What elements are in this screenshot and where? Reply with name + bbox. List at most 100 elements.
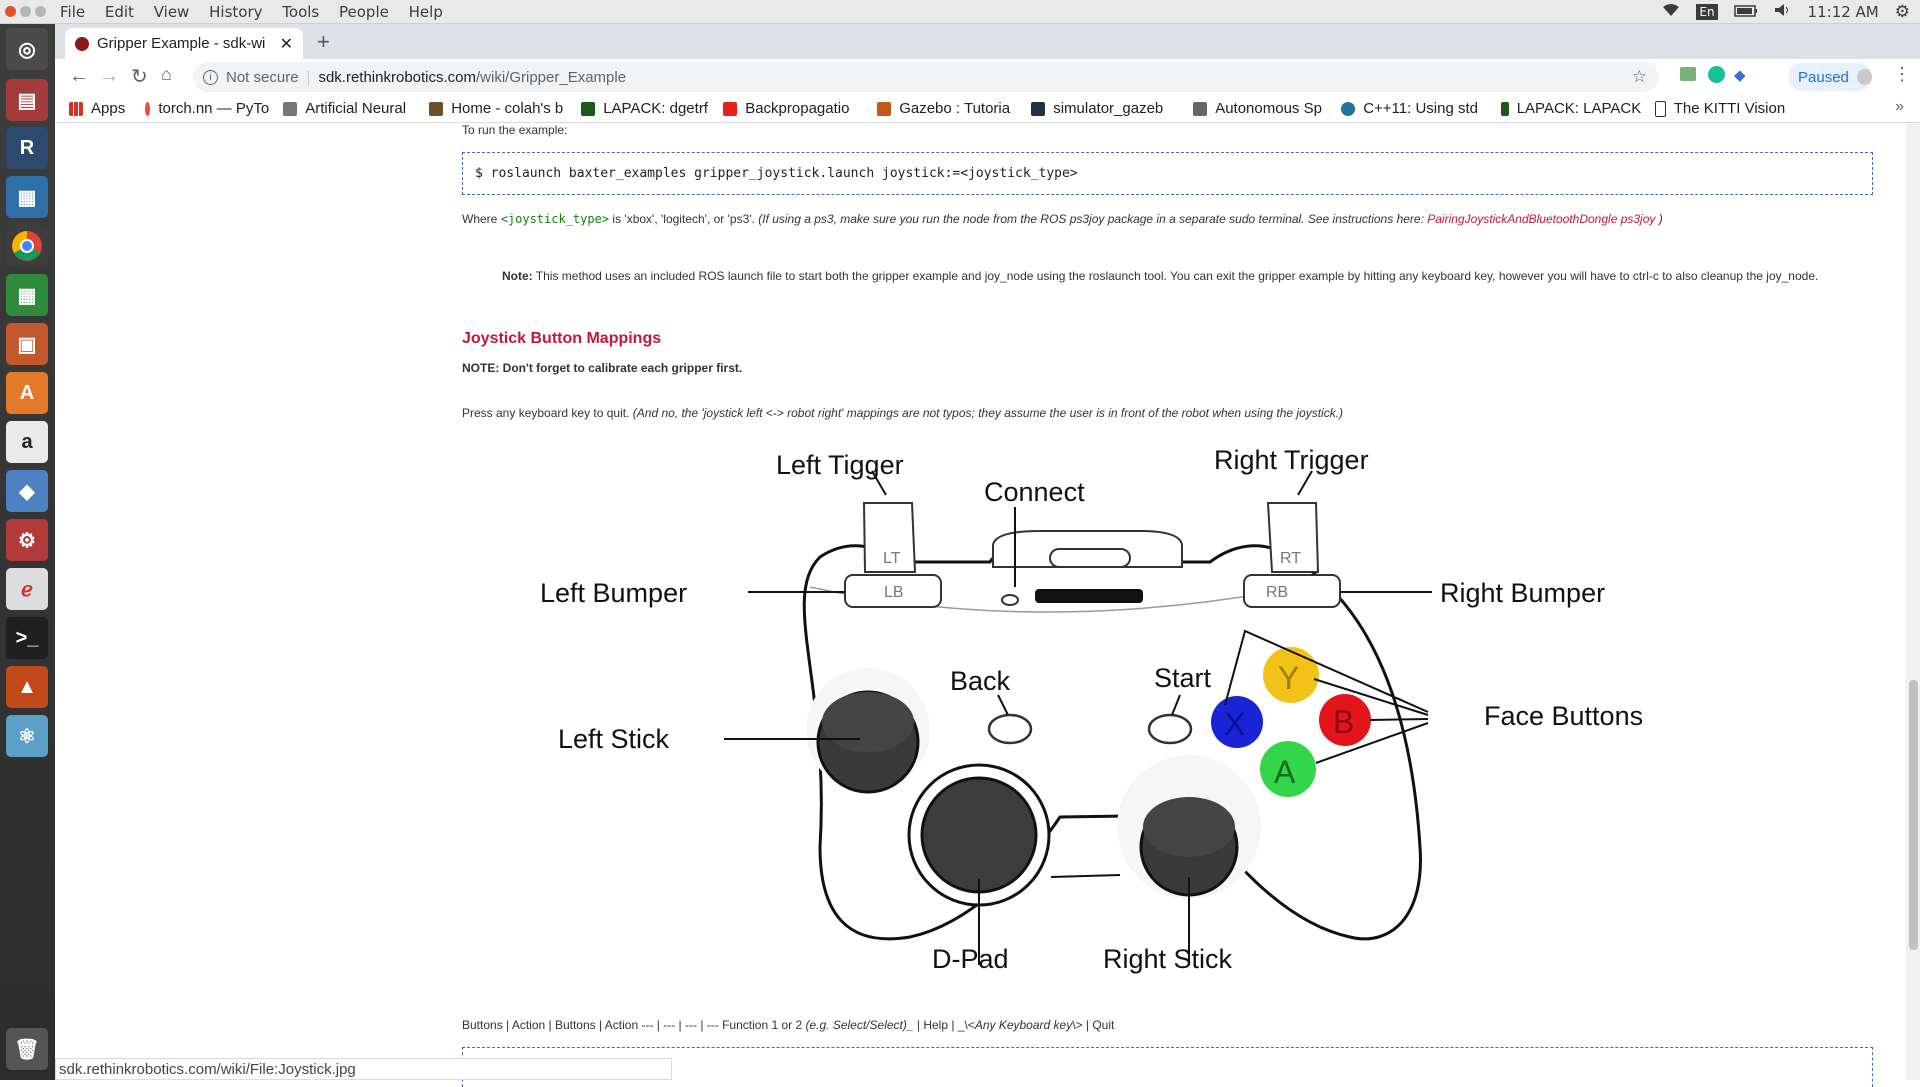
- calc-icon[interactable]: ▦: [6, 274, 48, 316]
- menu-edit[interactable]: Edit: [105, 3, 134, 21]
- menu-file[interactable]: File: [60, 3, 85, 21]
- evince-icon[interactable]: ℯ: [6, 568, 48, 610]
- writer-icon[interactable]: ▦: [6, 176, 48, 218]
- bookmark-item[interactable]: LAPACK: dgetrf: [581, 100, 709, 117]
- back-icon[interactable]: ←: [69, 65, 89, 88]
- volume-icon[interactable]: [1774, 3, 1792, 21]
- ir-window: [1035, 589, 1143, 603]
- connect-label: Connect: [984, 477, 1085, 507]
- bookmark-item[interactable]: Gazebo : Tutoria: [877, 100, 1017, 117]
- note-text: This method uses an included ROS launch …: [532, 269, 1819, 283]
- menu-history[interactable]: History: [209, 3, 262, 21]
- atom-icon[interactable]: ⚛: [6, 715, 48, 757]
- mapping-table-text: Buttons | Action | Buttons | Action --- …: [462, 1016, 1882, 1035]
- extension-download-icon[interactable]: [1680, 67, 1696, 81]
- favicon-icon: [1193, 101, 1208, 116]
- sync-led: [1001, 594, 1019, 606]
- info-icon[interactable]: i: [203, 69, 218, 85]
- system-top-panel: File Edit View History Tools People Help…: [0, 0, 1920, 24]
- bookmark-item[interactable]: simulator_gazeb: [1031, 100, 1179, 117]
- bookmark-item[interactable]: C++11: Using std: [1341, 100, 1487, 117]
- trash-icon[interactable]: 🗑: [6, 1028, 48, 1070]
- forward-icon[interactable]: →: [99, 65, 119, 88]
- more-bookmarks-button[interactable]: »: [1895, 98, 1904, 116]
- chrome-menu-icon[interactable]: ⋮: [1893, 64, 1911, 85]
- rb-label: RB: [1266, 584, 1288, 601]
- b-label: B: [1333, 704, 1354, 740]
- files-icon[interactable]: ▤: [6, 79, 48, 121]
- close-window-icon[interactable]: [5, 6, 16, 17]
- bookmark-list: Apps torch.nn — PyTo Artificial Neural H…: [69, 100, 1799, 117]
- menu-help[interactable]: Help: [409, 3, 443, 21]
- left-stick-top: [822, 692, 914, 752]
- bookmark-item[interactable]: Artificial Neural: [283, 100, 415, 117]
- new-tab-button[interactable]: +: [317, 29, 330, 55]
- start-label: Start: [1154, 663, 1212, 693]
- profile-button[interactable]: Paused: [1788, 63, 1872, 91]
- window-controls: [5, 6, 46, 17]
- extension-cap-icon[interactable]: ◆: [1734, 66, 1746, 84]
- chrome-icon[interactable]: [6, 225, 48, 267]
- amazon-icon[interactable]: a: [6, 421, 48, 463]
- dash-home-icon[interactable]: ◎: [6, 28, 48, 70]
- impress-icon[interactable]: ▣: [6, 323, 48, 365]
- settings-gear-icon[interactable]: ⚙: [1895, 2, 1910, 22]
- system-settings-icon[interactable]: ⚙: [6, 519, 48, 561]
- tab-gripper-example[interactable]: Gripper Example - sdk-wi ✕: [65, 28, 303, 59]
- favicon-icon: [283, 101, 298, 116]
- tab-title: Gripper Example - sdk-wi: [97, 35, 266, 52]
- bookmark-apps[interactable]: Apps: [69, 100, 125, 117]
- favicon-icon: [429, 101, 444, 116]
- back-label: Back: [950, 666, 1011, 696]
- where-paragraph: Where <joystick_type> is 'xbox', 'logite…: [462, 210, 1882, 229]
- ps3joy-link[interactable]: PairingJoystickAndBluetoothDongle ps3joy: [1427, 212, 1655, 226]
- url-path: /wiki/Gripper_Example: [476, 68, 627, 86]
- wordpress-icon: [1341, 101, 1356, 116]
- page-scrollbar[interactable]: [1906, 123, 1920, 1080]
- menu-view[interactable]: View: [154, 3, 190, 21]
- menu-people[interactable]: People: [339, 3, 389, 21]
- a-label: A: [1274, 754, 1296, 790]
- virtualbox-icon[interactable]: ◆: [6, 470, 48, 512]
- bookmark-star-icon[interactable]: ☆: [1632, 67, 1647, 87]
- bookmark-item[interactable]: Autonomous Sp: [1193, 100, 1327, 117]
- scrollbar-thumb[interactable]: [1909, 680, 1918, 950]
- address-bar[interactable]: i Not secure | sdk.rethinkrobotics.com /…: [193, 62, 1659, 92]
- grammarly-icon[interactable]: [1708, 66, 1725, 83]
- keyboard-layout-indicator[interactable]: En: [1696, 3, 1718, 20]
- where-note: (If using a ps3, make sure you run the n…: [758, 212, 1428, 226]
- reload-icon[interactable]: ↻: [131, 64, 148, 89]
- right-trigger-label: Right Trigger: [1214, 447, 1369, 475]
- youtube-icon: [723, 101, 738, 116]
- bookmark-item[interactable]: Home - colah's b: [429, 100, 567, 117]
- battery-icon[interactable]: [1733, 3, 1758, 21]
- left-stick-label: Left Stick: [558, 724, 670, 754]
- software-center-icon[interactable]: A: [6, 372, 48, 414]
- matlab-icon[interactable]: ▲: [6, 666, 48, 708]
- bookmark-item[interactable]: Backpropagatio: [723, 100, 863, 117]
- wifi-icon[interactable]: [1662, 3, 1680, 21]
- close-tab-icon[interactable]: ✕: [280, 34, 293, 54]
- start-button: [1147, 713, 1193, 745]
- where-prefix: Where: [462, 212, 501, 226]
- bookmark-item[interactable]: torch.nn — PyTo: [145, 100, 269, 117]
- quit-note: (And no, the 'joystick left <-> robot ri…: [632, 406, 1344, 420]
- command-text: $ roslaunch baxter_examples gripper_joys…: [475, 166, 1078, 181]
- home-icon[interactable]: ⌂: [161, 64, 172, 85]
- menu-tools[interactable]: Tools: [282, 3, 319, 21]
- site-favicon-icon: [75, 36, 89, 51]
- terminal-icon[interactable]: >_: [6, 617, 48, 659]
- bookmark-item[interactable]: LAPACK: LAPACK: [1501, 100, 1641, 117]
- clock[interactable]: 11:12 AM: [1808, 3, 1879, 21]
- calibrate-note: NOTE: Don't forget to calibrate each gri…: [462, 361, 743, 375]
- maximize-window-icon[interactable]: [35, 6, 46, 17]
- rstudio-icon[interactable]: R: [6, 127, 48, 169]
- favicon-icon: [877, 101, 892, 116]
- favicon-icon: [1031, 101, 1046, 116]
- minimize-window-icon[interactable]: [20, 6, 31, 17]
- note-box: Note: This method uses an included ROS l…: [502, 267, 1852, 286]
- joystick-image[interactable]: LT RT LB RB X Y B A Left Tigger Right Tr…: [520, 447, 1690, 987]
- bookmark-item[interactable]: The KITTI Vision: [1655, 100, 1785, 117]
- where-close: ): [1655, 212, 1663, 226]
- bookmarks-bar: Apps torch.nn — PyTo Artificial Neural H…: [55, 95, 1920, 123]
